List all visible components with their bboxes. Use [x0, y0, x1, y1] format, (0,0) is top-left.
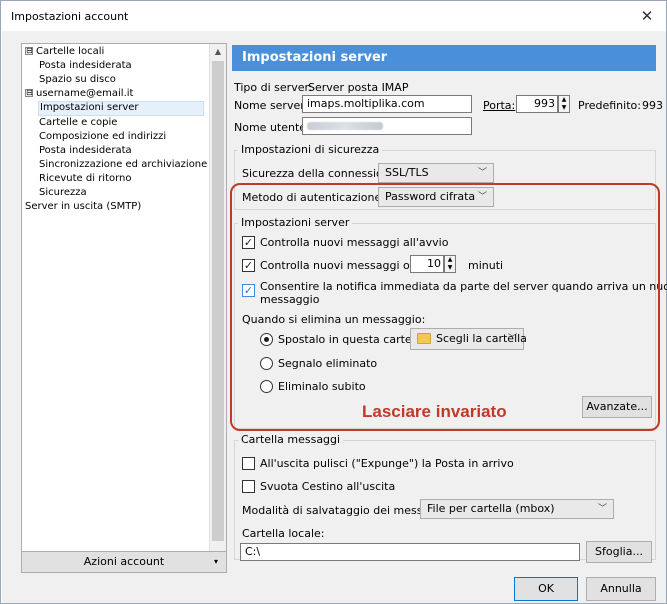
expunge-checkbox[interactable]	[242, 457, 255, 470]
tree-item-security[interactable]: Sicurezza	[39, 187, 87, 198]
browse-button[interactable]: Sfoglia...	[586, 541, 652, 563]
tree-item-label: Cartelle locali	[36, 46, 105, 57]
empty-trash-checkbox[interactable]	[242, 480, 255, 493]
local-dir-input[interactable]: C:\	[240, 543, 580, 561]
port-input[interactable]: 993	[516, 95, 558, 113]
tree-item-junk[interactable]: Posta indesiderata	[39, 145, 132, 156]
tree-item-sync[interactable]: Sincronizzazione ed archiviazione	[39, 159, 207, 170]
note-leave-unchanged: Lasciare invariato	[362, 402, 507, 421]
redacted-username	[307, 122, 383, 130]
cancel-button[interactable]: Annulla	[586, 577, 656, 601]
collapse-icon[interactable]: ⊟	[25, 89, 33, 97]
tree-scrollbar[interactable]: ▲ ▼	[209, 44, 226, 570]
username-label: Nome utente:	[234, 121, 310, 134]
conn-security-value: SSL/TLS	[385, 166, 429, 179]
server-name-label: Nome server:	[234, 99, 309, 112]
chevron-down-icon: ﹀	[597, 504, 607, 514]
local-dir-label: Cartella locale:	[242, 527, 325, 540]
tree-item-account[interactable]: ⊟ username@email.it	[25, 88, 133, 99]
empty-trash-label: Svuota Cestino all'uscita	[260, 480, 396, 493]
title-bar: Impostazioni account ✕	[1, 1, 666, 31]
account-tree: ⊟ Cartelle locali Posta indesiderata Spaz…	[21, 43, 227, 571]
port-label: Porta:	[483, 99, 516, 112]
dropdown-caret-icon: ▾	[213, 557, 218, 566]
tree-item-local-folders[interactable]: ⊟ Cartelle locali	[25, 46, 104, 57]
storage-type-value: File per cartella (mbox)	[427, 502, 555, 515]
ok-button[interactable]: OK	[514, 577, 578, 601]
account-settings-dialog: Impostazioni account ✕ ⊟ Cartelle locali …	[0, 0, 667, 604]
tree-item-receipts[interactable]: Ricevute di ritorno	[39, 173, 132, 184]
tree-item-label: username@email.it	[36, 88, 134, 99]
tree-item-smtp[interactable]: Server in uscita (SMTP)	[25, 201, 141, 212]
expunge-label: All'uscita pulisci ("Expunge") la Posta …	[260, 457, 514, 470]
panel-header: Impostazioni server	[232, 45, 656, 71]
security-group-title: Impostazioni di sicurezza	[238, 143, 383, 156]
server-name-input[interactable]: imaps.moltiplika.com	[302, 95, 472, 113]
tree-item-composition[interactable]: Composizione ed indirizzi	[39, 131, 166, 142]
scroll-up-icon[interactable]: ▲	[210, 44, 226, 60]
highlight-frame	[230, 183, 660, 431]
conn-security-label: Sicurezza della connessione:	[242, 167, 401, 180]
server-type-value: Server posta IMAP	[308, 81, 409, 94]
chevron-down-icon: ﹀	[477, 168, 487, 178]
port-spinner[interactable]: ▲ ▼	[558, 95, 570, 113]
account-actions-label: Azioni account	[83, 555, 165, 568]
message-storage-title: Cartella messaggi	[238, 433, 344, 446]
default-port-value: 993	[642, 99, 663, 112]
collapse-icon[interactable]: ⊟	[25, 47, 33, 55]
default-port-label: Predefinito:	[578, 99, 641, 112]
username-input[interactable]	[302, 117, 472, 135]
dialog-body: ⊟ Cartelle locali Posta indesiderata Spaz…	[2, 31, 667, 603]
tree-item-copies-folders[interactable]: Cartelle e copie	[39, 117, 117, 128]
server-type-label: Tipo di server:	[234, 81, 313, 94]
scroll-thumb[interactable]	[212, 61, 224, 541]
tree-item-disk-space[interactable]: Spazio su disco	[39, 74, 116, 85]
account-actions-button[interactable]: Azioni account ▾	[21, 551, 227, 573]
conn-security-select[interactable]: SSL/TLS ﹀	[378, 163, 494, 183]
storage-type-label: Modalità di salvataggio dei messaggi:	[242, 504, 450, 517]
window-title: Impostazioni account	[11, 10, 129, 23]
storage-type-select[interactable]: File per cartella (mbox) ﹀	[420, 499, 614, 519]
tree-item-server-settings[interactable]: Impostazioni server	[38, 101, 204, 116]
close-icon[interactable]: ✕	[636, 5, 658, 27]
tree-item-junk-local[interactable]: Posta indesiderata	[39, 60, 132, 71]
